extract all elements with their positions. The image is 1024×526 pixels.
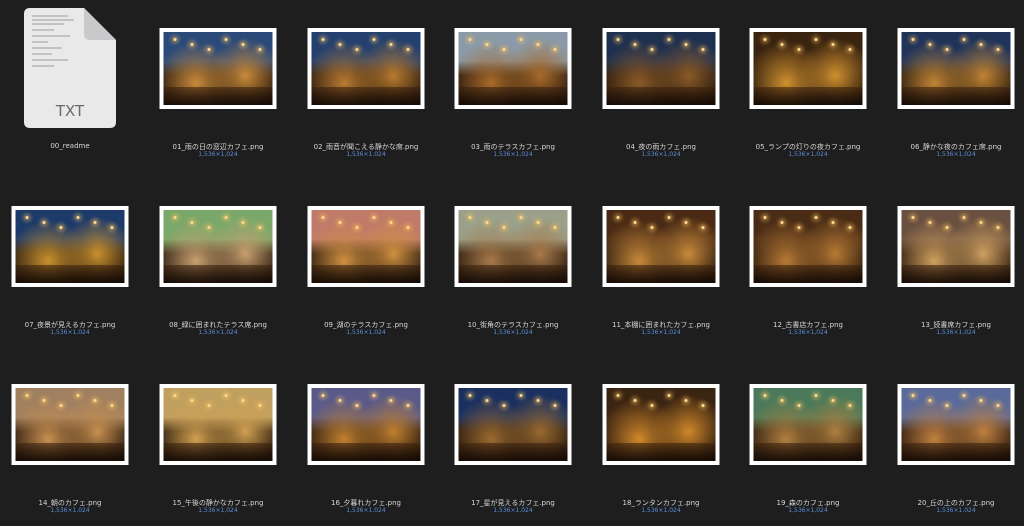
- image-thumbnail: [307, 28, 425, 109]
- image-dimensions: 1,536×1,024: [346, 507, 386, 514]
- file-item[interactable]: 09_湖のテラスカフェ.png 1,536×1,024: [292, 178, 440, 348]
- image-dimensions: 1,536×1,024: [788, 151, 828, 158]
- file-item[interactable]: 14_朝のカフェ.png 1,536×1,024: [0, 356, 144, 526]
- image-dimensions: 1,536×1,024: [346, 151, 386, 158]
- file-item[interactable]: 18_ランタンカフェ.png 1,536×1,024: [587, 356, 735, 526]
- image-thumbnail: [159, 28, 277, 109]
- image-dimensions: 1,536×1,024: [641, 151, 681, 158]
- file-item[interactable]: 13_読書席カフェ.png 1,536×1,024: [882, 178, 1024, 348]
- image-thumbnail: [159, 384, 277, 465]
- file-item[interactable]: 17_星が見えるカフェ.png 1,536×1,024: [439, 356, 587, 526]
- file-item[interactable]: 12_古書店カフェ.png 1,536×1,024: [734, 178, 882, 348]
- image-dimensions: 1,536×1,024: [788, 507, 828, 514]
- image-dimensions: 1,536×1,024: [936, 329, 976, 336]
- image-dimensions: 1,536×1,024: [641, 507, 681, 514]
- image-thumbnail: [602, 206, 720, 287]
- image-thumbnail: [454, 28, 572, 109]
- image-dimensions: 1,536×1,024: [936, 151, 976, 158]
- image-dimensions: 1,536×1,024: [936, 507, 976, 514]
- file-item[interactable]: 11_本棚に囲まれたカフェ.png 1,536×1,024: [587, 178, 735, 348]
- file-item[interactable]: 08_緑に囲まれたテラス席.png 1,536×1,024: [144, 178, 292, 348]
- file-name: 00_readme: [50, 142, 90, 150]
- image-thumbnail: [749, 384, 867, 465]
- file-item[interactable]: 06_静かな夜のカフェ席.png 1,536×1,024: [882, 0, 1024, 170]
- image-thumbnail: [454, 384, 572, 465]
- image-thumbnail: [11, 384, 129, 465]
- image-thumbnail: [307, 384, 425, 465]
- image-dimensions: 1,536×1,024: [493, 329, 533, 336]
- file-item[interactable]: 05_ランプの灯りの夜カフェ.png 1,536×1,024: [734, 0, 882, 170]
- image-dimensions: 1,536×1,024: [493, 151, 533, 158]
- image-thumbnail: [11, 206, 129, 287]
- image-dimensions: 1,536×1,024: [198, 329, 238, 336]
- image-thumbnail: [159, 206, 277, 287]
- image-thumbnail: [602, 28, 720, 109]
- image-thumbnail: [602, 384, 720, 465]
- file-item[interactable]: 01_雨の日の窓辺カフェ.png 1,536×1,024: [144, 0, 292, 170]
- image-thumbnail: [897, 384, 1015, 465]
- image-dimensions: 1,536×1,024: [50, 329, 90, 336]
- image-dimensions: 1,536×1,024: [788, 329, 828, 336]
- file-item[interactable]: 02_雨音が聞こえる静かな席.png 1,536×1,024: [292, 0, 440, 170]
- image-thumbnail: [897, 206, 1015, 287]
- image-dimensions: 1,536×1,024: [50, 507, 90, 514]
- image-thumbnail: [749, 28, 867, 109]
- image-thumbnail: [897, 28, 1015, 109]
- image-thumbnail: [307, 206, 425, 287]
- file-item[interactable]: 16_夕暮れカフェ.png 1,536×1,024: [292, 356, 440, 526]
- file-item[interactable]: 10_街角のテラスカフェ.png 1,536×1,024: [439, 178, 587, 348]
- file-item[interactable]: 07_夜景が見えるカフェ.png 1,536×1,024: [0, 178, 144, 348]
- file-item-readme[interactable]: TXT 00_readme: [0, 0, 144, 170]
- image-dimensions: 1,536×1,024: [346, 329, 386, 336]
- image-thumbnail: [454, 206, 572, 287]
- file-type-label: TXT: [55, 102, 85, 120]
- file-item[interactable]: 19_森のカフェ.png 1,536×1,024: [734, 356, 882, 526]
- image-dimensions: 1,536×1,024: [198, 507, 238, 514]
- file-item[interactable]: 04_夜の雨カフェ.png 1,536×1,024: [587, 0, 735, 170]
- image-dimensions: 1,536×1,024: [641, 329, 681, 336]
- file-item[interactable]: 20_丘の上のカフェ.png 1,536×1,024: [882, 356, 1024, 526]
- file-item[interactable]: 03_雨のテラスカフェ.png 1,536×1,024: [439, 0, 587, 170]
- file-item[interactable]: 15_午後の静かなカフェ.png 1,536×1,024: [144, 356, 292, 526]
- image-thumbnail: [749, 206, 867, 287]
- image-dimensions: 1,536×1,024: [198, 151, 238, 158]
- image-dimensions: 1,536×1,024: [493, 507, 533, 514]
